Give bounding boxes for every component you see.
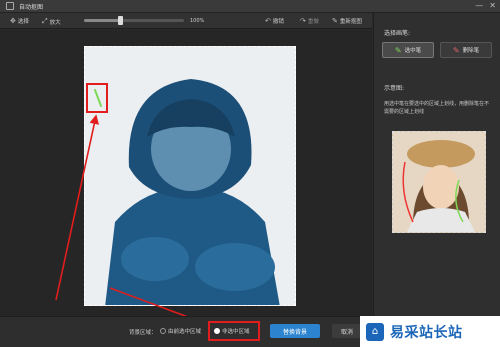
- choose-pen-title: 选择画笔:: [384, 30, 411, 37]
- erase-pen-icon: ✎: [452, 45, 460, 55]
- example-title: 示意图:: [384, 85, 405, 92]
- option-keep-label: 由前选中区域: [168, 329, 202, 335]
- radio-keep[interactable]: [160, 328, 166, 334]
- annotation-arrows: [55, 114, 214, 328]
- cancel-button[interactable]: 取消: [332, 324, 362, 338]
- erase-pen-button[interactable]: ✎ 删除笔: [440, 42, 492, 58]
- erase-pen-label: 删除笔: [462, 48, 480, 54]
- watermark-text: 易采站长站: [390, 324, 463, 341]
- example-photo: [393, 132, 485, 232]
- minimize-button[interactable]: —: [475, 1, 483, 10]
- replace-background-button[interactable]: 替换背景: [270, 324, 320, 338]
- background-area-label: 背景区域：: [129, 330, 157, 336]
- window-controls: — ✕: [475, 1, 496, 10]
- select-pen-button[interactable]: ✎ 选中笔: [382, 42, 434, 58]
- pen-hint-text: 用选中笔在要选中的区域上划线，用删除笔在不需要的区域上划线: [384, 101, 490, 115]
- watermark-logo-icon: ⌂: [366, 322, 384, 341]
- site-watermark: ⌂ 易采站长站: [360, 316, 500, 347]
- select-pen-label: 选中笔: [404, 48, 422, 54]
- bottom-bar: 背景区域： 由前选中区域 非选中区域 替换背景 取消: [0, 316, 372, 347]
- annotation-box-option: [208, 321, 260, 341]
- select-pen-icon: ✎: [394, 45, 402, 55]
- right-panel: 选择画笔: ✎ 选中笔 ✎ 删除笔 示意图: 用选中笔在要选中的区域上划线，用删…: [373, 13, 500, 347]
- option-keep[interactable]: 由前选中区域: [160, 327, 201, 335]
- example-image: [392, 131, 486, 233]
- close-button[interactable]: ✕: [489, 1, 496, 10]
